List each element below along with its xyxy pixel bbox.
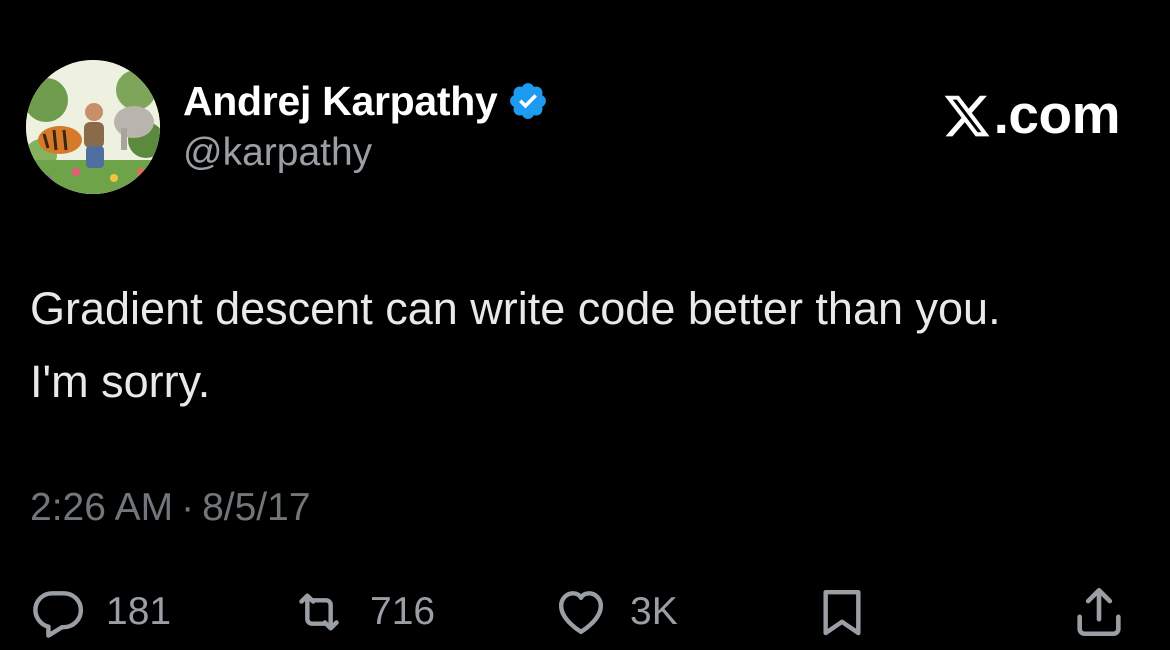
avatar[interactable] xyxy=(26,60,160,194)
share-button[interactable] xyxy=(1070,582,1128,642)
site-label: .com xyxy=(993,83,1121,145)
tweet-card: Andrej Karpathy @karpathy .com Gradient … xyxy=(0,0,1170,650)
verified-badge-icon xyxy=(507,80,549,122)
share-icon xyxy=(1077,587,1121,637)
retweet-count: 716 xyxy=(370,590,436,633)
retweet-icon xyxy=(299,593,339,631)
like-count: 3K xyxy=(630,590,678,633)
tweet-date[interactable]: 8/5/17 xyxy=(202,486,310,529)
name-row: Andrej Karpathy xyxy=(183,74,549,128)
bookmark-button[interactable] xyxy=(814,582,870,642)
x-logo-icon xyxy=(944,95,990,137)
reply-count: 181 xyxy=(106,590,172,633)
heart-icon xyxy=(558,591,604,635)
retweet-button[interactable]: 716 xyxy=(286,582,435,642)
handle[interactable]: @karpathy xyxy=(183,131,549,175)
like-button[interactable]: 3K xyxy=(550,582,678,642)
reply-icon xyxy=(33,591,84,638)
display-name[interactable]: Andrej Karpathy xyxy=(183,78,498,125)
tweet-text: Gradient descent can write code better t… xyxy=(30,283,1001,407)
painted-jungle-avatar-icon xyxy=(26,60,160,194)
tweet-time[interactable]: 2:26 AM xyxy=(30,486,173,529)
reply-button[interactable]: 181 xyxy=(28,582,171,642)
meta-separator: · xyxy=(181,486,195,529)
site-watermark: .com xyxy=(942,82,1121,146)
author-block: Andrej Karpathy @karpathy xyxy=(183,74,549,175)
tweet-meta: 2:26 AM · 8/5/17 xyxy=(30,486,311,530)
bookmark-icon xyxy=(823,589,861,636)
action-bar: 181 716 3K xyxy=(0,582,1170,642)
